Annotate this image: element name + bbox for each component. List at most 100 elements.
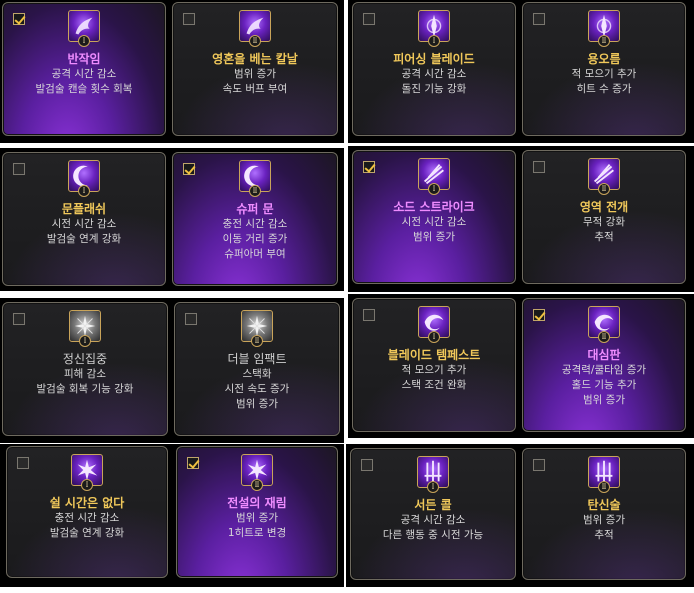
description-line: 히트 수 증가 — [576, 83, 632, 95]
rank-badge: Ⅱ — [598, 183, 610, 195]
rank-badge: Ⅰ — [79, 335, 91, 347]
rank-badge: Ⅰ — [78, 185, 90, 197]
skill-checkbox[interactable] — [183, 163, 195, 175]
description-line: 스택 조건 완화 — [401, 379, 467, 391]
skill-title: 용오름 — [587, 52, 621, 66]
rank-badge: Ⅰ — [428, 35, 440, 47]
description-line: 공격 시간 감소 — [51, 68, 117, 80]
skill-checkbox[interactable] — [533, 309, 545, 321]
skill-card[interactable]: Ⅰ 서든 콜 공격 시간 감소 다른 행동 중 시전 가능 — [350, 448, 516, 580]
skill-card[interactable]: Ⅰ 반작임공격 시간 감소발검술 캔슬 횟수 회복 — [2, 2, 166, 136]
skill-title: 더블 임팩트 — [227, 352, 287, 366]
rank-badge: Ⅱ — [249, 35, 261, 47]
skill-title: 대심판 — [587, 348, 621, 362]
skill-description: 시전 시간 감소 범위 증가 — [353, 215, 515, 245]
skill-checkbox[interactable] — [361, 459, 373, 471]
description-line: 공격 시간 감소 — [400, 514, 466, 526]
description-line: 충전 시간 감소 — [54, 512, 120, 524]
description-line: 범위 증가 — [236, 398, 278, 410]
skill-description: 공격 시간 감소다른 행동 중 시전 가능 — [351, 513, 515, 543]
skill-card[interactable]: Ⅱ 슈퍼 문충전 시간 감소이동 거리 증가슈퍼아머 부여 — [172, 152, 338, 286]
skill-description: 무적 강화추적 — [523, 215, 685, 245]
rank-badge: Ⅱ — [251, 335, 263, 347]
description-line: 다른 행동 중 시전 가능 — [382, 529, 484, 541]
description-line: 시전 시간 감소 — [401, 216, 467, 228]
description-line: 적 모으기 추가 — [401, 364, 467, 376]
skill-checkbox[interactable] — [17, 457, 29, 469]
skill-card[interactable]: Ⅱ 더블 임팩트 스택화 시전 속도 증가 범위 증가 — [174, 302, 340, 436]
skill-card[interactable]: Ⅰ 피어싱 블레이드공격 시간 감소돌진 기능 강화 — [352, 2, 516, 136]
rank-badge: Ⅱ — [598, 331, 610, 343]
skill-card[interactable]: Ⅰ 정신집중 피해 감소 발검술 회복 기능 강화 — [2, 302, 168, 436]
description-line: 스택화 — [242, 368, 272, 380]
skill-title: 탄신술 — [587, 498, 621, 512]
rank-badge: Ⅱ — [249, 185, 261, 197]
skill-card[interactable]: Ⅱ 탄신술 범위 증가 추적 — [522, 448, 686, 580]
skill-card[interactable]: Ⅰ 문플래쉬시전 시간 감소발검술 연계 강화 — [2, 152, 166, 286]
description-line: 범위 증가 — [583, 514, 625, 526]
rank-badge: Ⅰ — [78, 35, 90, 47]
skill-checkbox[interactable] — [533, 459, 545, 471]
skill-card[interactable]: Ⅱ 전설의 재림 범위 증가 1히트로 변경 — [176, 446, 338, 578]
description-line: 돌진 기능 강화 — [401, 83, 467, 95]
skill-checkbox[interactable] — [533, 161, 545, 173]
skill-description: 범위 증가 1히트로 변경 — [177, 511, 337, 541]
description-line: 추적 — [594, 231, 614, 243]
skill-checkbox[interactable] — [183, 13, 195, 25]
skill-checkbox[interactable] — [533, 13, 545, 25]
skill-description: 충전 시간 감소 발검술 연계 강화 — [7, 511, 167, 541]
rank-badge: Ⅰ — [428, 331, 440, 343]
description-line: 발검술 캔슬 횟수 회복 — [35, 83, 133, 95]
description-line: 발검술 연계 강화 — [46, 233, 122, 245]
skill-title: 쉴 시간은 없다 — [49, 496, 125, 510]
skill-description: 적 모으기 추가스택 조건 완화 — [353, 363, 515, 393]
skill-title: 피어싱 블레이드 — [393, 52, 475, 66]
skill-title: 전설의 재림 — [227, 496, 287, 510]
skill-description: 시전 시간 감소발검술 연계 강화 — [3, 217, 165, 247]
skill-card[interactable]: Ⅱ 영역 전개무적 강화추적 — [522, 150, 686, 284]
rank-badge: Ⅰ — [428, 183, 440, 195]
skill-title: 영역 전개 — [579, 200, 629, 214]
skill-checkbox[interactable] — [363, 13, 375, 25]
description-line: 홀드 기능 추가 — [571, 379, 637, 391]
skill-checkbox[interactable] — [13, 13, 25, 25]
skill-card[interactable]: Ⅰ 블레이드 템페스트적 모으기 추가스택 조건 완화 — [352, 298, 516, 432]
skill-checkbox[interactable] — [187, 457, 199, 469]
description-line: 이동 거리 증가 — [222, 233, 288, 245]
skill-description: 범위 증가 추적 — [523, 513, 685, 543]
skill-description: 공격 시간 감소돌진 기능 강화 — [353, 67, 515, 97]
skill-description: 공격 시간 감소발검술 캔슬 횟수 회복 — [3, 67, 165, 97]
description-line: 슈퍼아머 부여 — [224, 248, 286, 260]
skill-title: 슈퍼 문 — [236, 202, 274, 216]
skill-checkbox[interactable] — [13, 313, 25, 325]
description-line: 시전 시간 감소 — [51, 218, 117, 230]
description-line: 충전 시간 감소 — [222, 218, 288, 230]
description-line: 공격 시간 감소 — [401, 68, 467, 80]
skill-title: 반작임 — [67, 52, 101, 66]
skill-title: 영혼을 베는 칼날 — [212, 52, 298, 66]
description-line: 공격력/쿨타임 증가 — [561, 364, 647, 376]
skill-description: 피해 감소 발검술 회복 기능 강화 — [3, 367, 167, 397]
skill-checkbox[interactable] — [185, 313, 197, 325]
skill-description: 충전 시간 감소이동 거리 증가슈퍼아머 부여 — [173, 217, 337, 262]
skill-description: 스택화 시전 속도 증가 범위 증가 — [175, 367, 339, 412]
skill-title: 소드 스트라이크 — [393, 200, 475, 214]
skill-card[interactable]: Ⅱ 영혼을 베는 칼날 범위 증가 속도 버프 부여 — [172, 2, 338, 136]
skill-card[interactable]: Ⅱ 용오름 적 모으기 추가 히트 수 증가 — [522, 2, 686, 136]
skill-title: 서든 콜 — [414, 498, 452, 512]
skill-checkbox[interactable] — [363, 161, 375, 173]
skill-title: 블레이드 템페스트 — [387, 348, 481, 362]
skill-checkbox[interactable] — [13, 163, 25, 175]
skill-checkbox[interactable] — [363, 309, 375, 321]
skill-card[interactable]: Ⅰ 소드 스트라이크 시전 시간 감소 범위 증가 — [352, 150, 516, 284]
skill-card[interactable]: Ⅱ 대심판 공격력/쿨타임 증가 홀드 기능 추가 범위 증가 — [522, 298, 686, 432]
skill-card[interactable]: Ⅰ 쉴 시간은 없다 충전 시간 감소 발검술 연계 강화 — [6, 446, 168, 578]
skill-title: 문플래쉬 — [61, 202, 107, 216]
rank-badge: Ⅱ — [598, 481, 610, 493]
description-line: 범위 증가 — [234, 68, 276, 80]
description-line: 발검술 회복 기능 강화 — [36, 383, 134, 395]
description-line: 1히트로 변경 — [227, 527, 287, 539]
description-line: 무적 강화 — [583, 216, 625, 228]
skill-title: 정신집중 — [62, 352, 108, 366]
description-line: 적 모으기 추가 — [571, 68, 637, 80]
